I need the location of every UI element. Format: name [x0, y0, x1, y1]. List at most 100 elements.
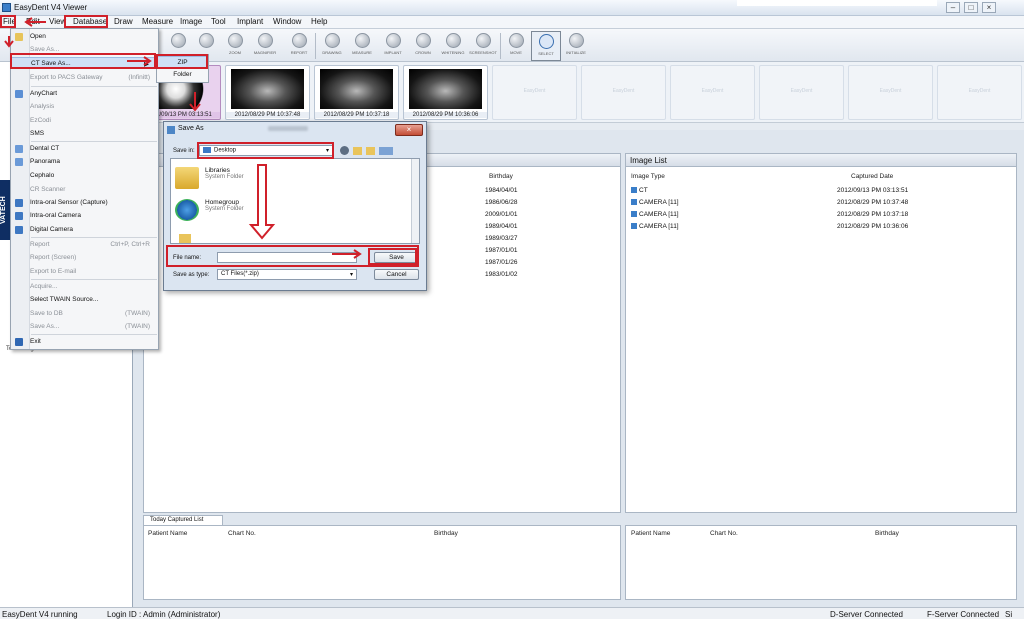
image-row-type[interactable]: CAMERA [11] — [631, 199, 679, 206]
crown-icon — [415, 33, 431, 48]
dialog-close-button[interactable]: × — [395, 124, 423, 136]
thumbnail-camera-1[interactable]: 2012/08/29 PM 10:37:48 — [225, 65, 310, 120]
menu-item-cr-scanner[interactable]: CR Scanner — [11, 184, 158, 196]
implant-button[interactable]: IMPLANT — [378, 31, 408, 61]
menu-item-sms[interactable]: SMS — [11, 128, 158, 140]
new-folder-icon[interactable] — [366, 147, 375, 155]
camera-icon — [631, 223, 637, 230]
whitening-button[interactable]: WHITENING — [438, 31, 468, 61]
menu-measure[interactable]: Measure — [142, 17, 173, 26]
thumbnail-camera-2[interactable]: 2012/08/29 PM 10:37:18 — [314, 65, 399, 120]
status-bar: EasyDent V4 running Login ID : Admin (Ad… — [0, 607, 1024, 619]
tab-today-captured[interactable]: Today Captured List — [143, 515, 223, 525]
patient-birthday[interactable]: 1989/03/27 — [485, 235, 518, 242]
back-icon[interactable] — [340, 146, 349, 155]
view-menu-icon[interactable] — [379, 147, 393, 155]
menu-implant[interactable]: Implant — [237, 17, 263, 26]
menu-item-intraoral-camera[interactable]: Intra-oral Camera — [11, 210, 158, 222]
crown-button[interactable]: CROWN — [408, 31, 438, 61]
drawing-icon — [324, 33, 340, 48]
menu-tool[interactable]: Tool — [211, 17, 226, 26]
initialize-button[interactable]: INITIALIZE — [561, 31, 591, 61]
menu-separator — [31, 279, 157, 280]
drawing-label: DRAWING — [322, 50, 342, 55]
exit-icon — [15, 338, 23, 346]
digital-camera-icon — [15, 226, 23, 234]
file-item-homegroup[interactable]: Homegroup System Folder — [175, 199, 244, 221]
menu-item-export-email[interactable]: Export to E-mail — [11, 266, 158, 278]
menu-item-intraoral-sensor[interactable]: Intra-oral Sensor (Capture) — [11, 197, 158, 209]
image-row-type[interactable]: CAMERA [11] — [631, 211, 679, 218]
zoom-button[interactable]: ZOOM — [220, 31, 250, 61]
magnifier-button[interactable]: MAGNIFIER — [250, 31, 280, 61]
image-row-type[interactable]: CT — [631, 187, 648, 194]
menu-item-anychart[interactable]: AnyChart — [11, 88, 158, 100]
file-type: System Folder — [205, 206, 244, 212]
patient-birthday[interactable]: 1983/01/02 — [485, 271, 518, 278]
file-item-libraries[interactable]: Libraries System Folder — [175, 167, 244, 189]
up-folder-icon[interactable] — [353, 147, 362, 155]
menu-item-twain-save-as[interactable]: Save As... (TWAIN) — [11, 321, 158, 333]
close-button[interactable]: × — [982, 2, 996, 13]
menu-draw[interactable]: Draw — [114, 17, 133, 26]
menu-item-label: Acquire... — [30, 283, 58, 290]
patient-birthday[interactable]: 1987/01/01 — [485, 247, 518, 254]
file-list[interactable]: Libraries System Folder Homegroup System… — [170, 158, 420, 244]
menu-item-export-pacs[interactable]: Export to PACS Gateway (Infinitt) — [11, 72, 158, 84]
camera-icon — [631, 199, 637, 206]
screenshot-button[interactable]: SCREENSHOT — [468, 31, 498, 61]
thumbnail-placeholder: EasyDent — [937, 65, 1022, 120]
menu-window[interactable]: Window — [273, 17, 301, 26]
minimize-button[interactable]: – — [946, 2, 960, 13]
report-button[interactable]: REPORT — [284, 31, 314, 61]
file-name: Homegroup — [205, 199, 239, 206]
menu-item-label: Intra-oral Sensor (Capture) — [30, 199, 108, 206]
menu-item-ezcodi[interactable]: EzCodi — [11, 115, 158, 127]
patient-birthday[interactable]: 1987/01/26 — [485, 259, 518, 266]
menu-item-acquire[interactable]: Acquire... — [11, 281, 158, 293]
submenu-folder[interactable]: Folder — [157, 69, 208, 82]
menu-help[interactable]: Help — [311, 17, 327, 26]
menu-item-dental-ct[interactable]: Dental CT — [11, 143, 158, 155]
measure-button[interactable]: MEASURE — [347, 31, 377, 61]
patient-birthday[interactable]: 2009/01/01 — [485, 211, 518, 218]
annotation-box-save-in — [197, 142, 334, 159]
menu-image[interactable]: Image — [180, 17, 202, 26]
menu-item-report-screen[interactable]: Report (Screen) — [11, 252, 158, 264]
move-button[interactable]: MOVE — [501, 31, 531, 61]
menu-edit[interactable]: Edit — [26, 17, 40, 26]
thumbnail-placeholder: EasyDent — [759, 65, 844, 120]
menu-item-shortcut: (TWAIN) — [124, 310, 150, 317]
dialog-title: Save As — [178, 125, 204, 132]
image-row-type[interactable]: CAMERA [11] — [631, 223, 679, 230]
menu-item-label: EzCodi — [30, 117, 51, 124]
cancel-button[interactable]: Cancel — [374, 269, 419, 280]
drawing-button[interactable]: DRAWING — [317, 31, 347, 61]
menu-item-open[interactable]: Open — [11, 31, 158, 43]
menu-item-panorama[interactable]: Panorama — [11, 156, 158, 168]
measure-label: MEASURE — [352, 50, 372, 55]
menu-item-digital-camera[interactable]: Digital Camera — [11, 224, 158, 236]
menu-item-exit[interactable]: Exit — [11, 336, 158, 348]
menu-item-analysis[interactable]: Analysis — [11, 101, 158, 113]
menu-item-label: Cephalo — [30, 172, 55, 179]
menu-item-report[interactable]: Report Ctrl+P, Ctrl+R — [11, 239, 158, 251]
thumbnail-camera-3[interactable]: 2012/08/29 PM 10:36:06 — [403, 65, 488, 120]
patient-birthday[interactable]: 1989/04/01 — [485, 223, 518, 230]
placeholder-watermark: EasyDent — [879, 88, 902, 94]
menu-item-cephalo[interactable]: Cephalo — [11, 170, 158, 182]
open-icon — [15, 33, 23, 41]
patient-birthday[interactable]: 1986/06/28 — [485, 199, 518, 206]
patient-birthday[interactable]: 1984/04/01 — [485, 187, 518, 194]
menu-item-shortcut: (TWAIN) — [124, 323, 150, 330]
status-fserver: F-Server Connected — [927, 610, 1000, 619]
menu-item-save-to-db[interactable]: Save to DB (TWAIN) — [11, 308, 158, 320]
menu-item-select-twain[interactable]: Select TWAIN Source... — [11, 294, 158, 306]
app-icon — [2, 3, 11, 12]
thumbnail-caption: 2012/08/29 PM 10:36:06 — [404, 112, 487, 118]
file-list-scrollbar[interactable] — [411, 159, 419, 243]
select-button[interactable]: SELECT — [531, 31, 561, 61]
annotation-box-zip — [156, 54, 208, 69]
maximize-button[interactable]: □ — [964, 2, 978, 13]
save-as-type-dropdown[interactable]: CT Files(*.zip) ▾ — [217, 269, 357, 280]
